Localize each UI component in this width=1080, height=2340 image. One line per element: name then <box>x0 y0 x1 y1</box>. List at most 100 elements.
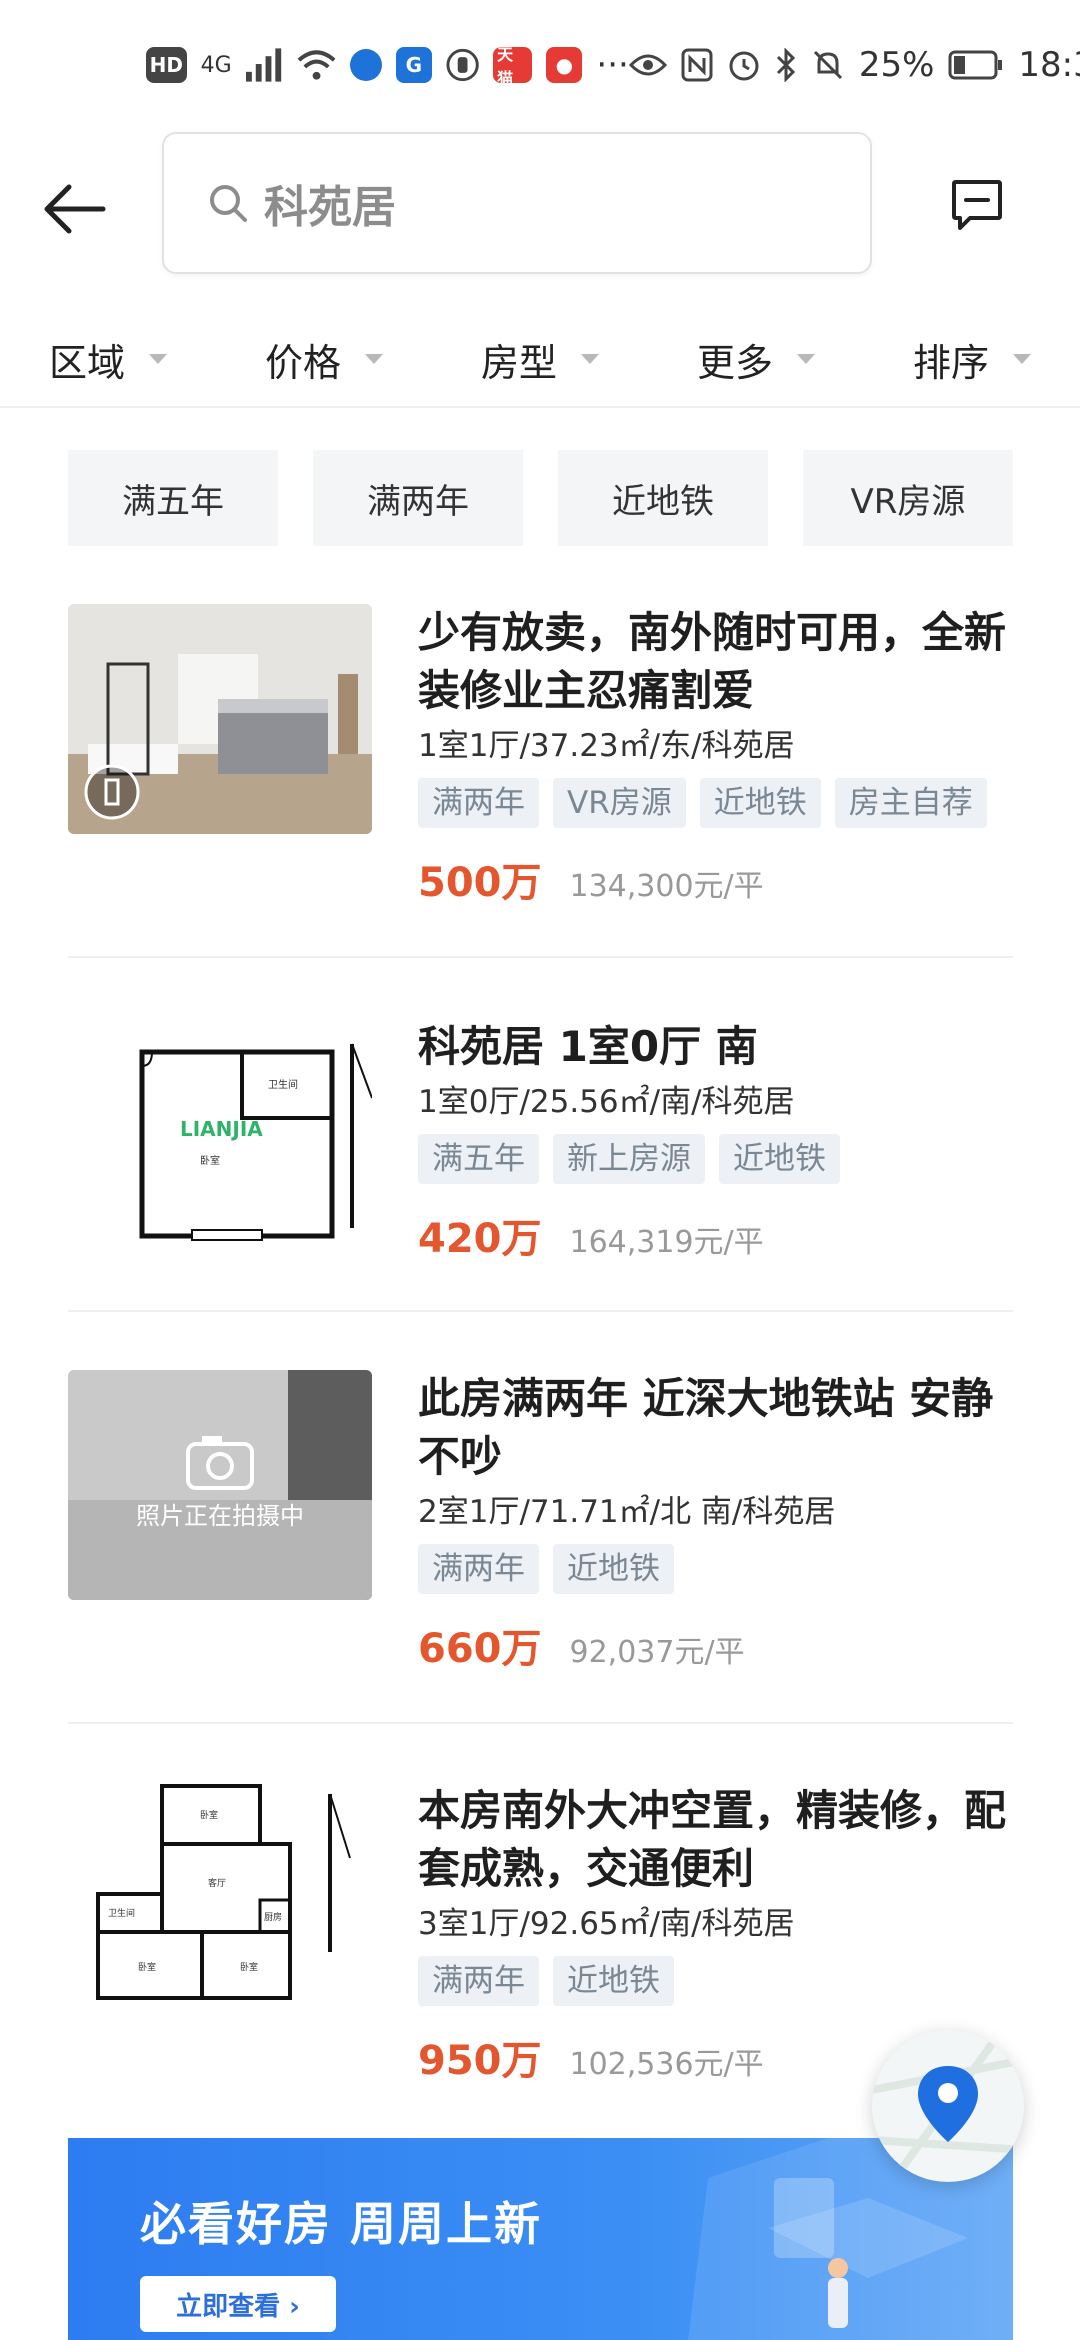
banner-view-button[interactable]: 立即查看 › <box>140 2276 336 2332</box>
floorplan-room-label: 卧室 <box>200 1809 218 1821</box>
price-row: 420万 164,319元/平 <box>418 1206 1018 1264</box>
listing-tags: 满两年 VR房源 近地铁 房主自荐 <box>418 778 1018 828</box>
listing-card[interactable]: 卫生间 卧室 LIANJIA 科苑居 1室0厅 南 1室0厅/25.56㎡/南/… <box>68 1018 1013 1372</box>
browser-app-icon <box>349 49 382 81</box>
listing-tags: 满五年 新上房源 近地铁 <box>418 1134 1018 1184</box>
chip-vr-listing[interactable]: VR房源 <box>803 450 1013 546</box>
floorplan-room-label: 卫生间 <box>108 1907 135 1919</box>
total-price: 950万 <box>418 2038 542 2084</box>
header: 科苑居 <box>0 130 1080 280</box>
wifi-icon <box>297 50 336 80</box>
listing-info: 此房满两年 近深大地铁站 安静不吵 2室1厅/71.71㎡/北 南/科苑居 满两… <box>418 1370 1018 1674</box>
listing-info: 科苑居 1室0厅 南 1室0厅/25.56㎡/南/科苑居 满五年 新上房源 近地… <box>418 1018 1018 1264</box>
chip-two-years[interactable]: 满两年 <box>313 450 523 546</box>
status-bar: HD 4G G 天猫 ● ··· 25% 18:35 <box>0 0 1080 130</box>
clock: 18:35 <box>1018 45 1080 85</box>
floorplan-room-label: 卧室 <box>138 1961 156 1973</box>
floorplan-room-label: 厨房 <box>264 1911 282 1923</box>
total-price: 660万 <box>418 1626 542 1672</box>
caret-down-icon <box>797 354 815 364</box>
battery-icon <box>948 50 1003 80</box>
listing-tag: VR房源 <box>553 778 686 828</box>
caret-down-icon <box>1013 354 1031 364</box>
filter-layout[interactable]: 房型 <box>432 312 648 406</box>
filter-label: 区域 <box>48 340 125 385</box>
divider <box>68 1310 1013 1312</box>
listing-card[interactable]: 照片正在拍摄中 此房满两年 近深大地铁站 安静不吵 2室1厅/71.71㎡/北 … <box>68 1370 1013 1724</box>
listing-tag: 近地铁 <box>553 1544 674 1594</box>
search-input[interactable]: 科苑居 <box>162 132 872 274</box>
map-button[interactable] <box>872 2030 1024 2182</box>
caret-down-icon <box>581 354 599 364</box>
caret-down-icon <box>149 354 167 364</box>
lianjia-logo: LIANJIA <box>180 1117 263 1141</box>
message-icon[interactable] <box>950 178 1004 232</box>
floorplan-room-label: 卧室 <box>200 1154 220 1167</box>
listing-tag: 满两年 <box>418 1956 539 2006</box>
hand-icon <box>446 48 479 82</box>
unit-price: 102,536元/平 <box>569 2047 764 2082</box>
total-price: 500万 <box>418 860 542 906</box>
listing-card[interactable]: 卧室 客厅 卫生间 厨房 卧室 卧室 本房南外大冲空置，精装修，配套成熟，交通便… <box>68 1782 1013 2136</box>
listing-tag: 满两年 <box>418 1544 539 1594</box>
listing-tag: 满两年 <box>418 778 539 828</box>
search-query: 科苑居 <box>264 182 396 233</box>
filter-label: 排序 <box>912 340 989 385</box>
filter-sort[interactable]: 排序 <box>864 312 1080 406</box>
filter-label: 房型 <box>480 340 557 385</box>
divider <box>68 1722 1013 1724</box>
promo-banner[interactable]: 必看好房 周周上新 立即查看 › <box>68 2138 1013 2340</box>
unit-price: 164,319元/平 <box>569 1225 764 1260</box>
floorplan-room-label: 卧室 <box>240 1961 258 1973</box>
listing-tag: 新上房源 <box>553 1134 705 1184</box>
listing-tag: 近地铁 <box>553 1956 674 2006</box>
listing-photo <box>68 604 372 834</box>
total-price: 420万 <box>418 1216 542 1262</box>
status-right: 25% 18:35 <box>628 45 1080 85</box>
floorplan-room-label: 卫生间 <box>268 1078 298 1091</box>
hd-icon: HD <box>146 47 187 83</box>
bluetooth-icon <box>776 48 795 82</box>
back-button[interactable] <box>40 174 110 244</box>
room-photo <box>68 604 372 834</box>
listing-tag: 房主自荐 <box>834 778 987 828</box>
floorplan-image: 卫生间 卧室 LIANJIA <box>139 1043 372 1241</box>
placeholder-image: 照片正在拍摄中 <box>68 1370 372 1600</box>
more-notifications-icon: ··· <box>596 45 629 85</box>
listing-floorplan: 卫生间 卧室 LIANJIA <box>68 1018 372 1248</box>
floorplan-room-label: 客厅 <box>208 1877 226 1889</box>
tmall-icon: 天猫 <box>493 45 533 88</box>
chip-near-subway[interactable]: 近地铁 <box>558 450 768 546</box>
nfc-icon <box>681 48 713 82</box>
listing-tag: 近地铁 <box>719 1134 840 1184</box>
alarm-icon <box>729 51 759 81</box>
eye-icon <box>628 54 667 76</box>
placeholder-caption: 照片正在拍摄中 <box>136 1502 304 1530</box>
chip-five-years[interactable]: 满五年 <box>68 450 278 546</box>
listing-info: 少有放卖，南外随时可用，全新装修业主忍痛割爱 1室1厅/37.23㎡/东/科苑居… <box>418 604 1018 908</box>
floorplan-image: 卧室 客厅 卫生间 厨房 卧室 卧室 <box>96 1784 351 2000</box>
listing-tags: 满两年 近地铁 <box>418 1544 1018 1594</box>
unit-price: 92,037元/平 <box>569 1635 745 1670</box>
banner-title: 必看好房 周周上新 <box>140 2197 543 2251</box>
listing-card[interactable]: 少有放卖，南外随时可用，全新装修业主忍痛割爱 1室1厅/37.23㎡/东/科苑居… <box>68 604 1013 958</box>
unit-price: 134,300元/平 <box>569 869 764 904</box>
listing-specs: 1室1厅/37.23㎡/东/科苑居 <box>418 728 795 764</box>
caret-down-icon <box>365 354 383 364</box>
status-left: HD 4G G 天猫 ● ··· <box>146 45 629 88</box>
filter-label: 价格 <box>264 340 341 385</box>
map-pin-icon <box>872 2030 1024 2182</box>
signal-icon <box>245 48 281 82</box>
filter-price[interactable]: 价格 <box>216 312 432 406</box>
battery-percent: 25% <box>858 45 935 85</box>
listing-specs: 2室1厅/71.71㎡/北 南/科苑居 <box>418 1494 836 1530</box>
divider <box>68 956 1013 958</box>
price-row: 500万 134,300元/平 <box>418 850 1018 908</box>
filter-area[interactable]: 区域 <box>0 312 216 406</box>
filter-more[interactable]: 更多 <box>648 312 864 406</box>
quick-filter-chips: 满五年 满两年 近地铁 VR房源 <box>68 450 1013 546</box>
search-icon <box>210 185 247 222</box>
page: HD 4G G 天猫 ● ··· 25% 18:35 科 <box>0 0 1080 2340</box>
app-notification-icon: G <box>395 47 432 83</box>
mic-icon: ● <box>546 47 583 83</box>
